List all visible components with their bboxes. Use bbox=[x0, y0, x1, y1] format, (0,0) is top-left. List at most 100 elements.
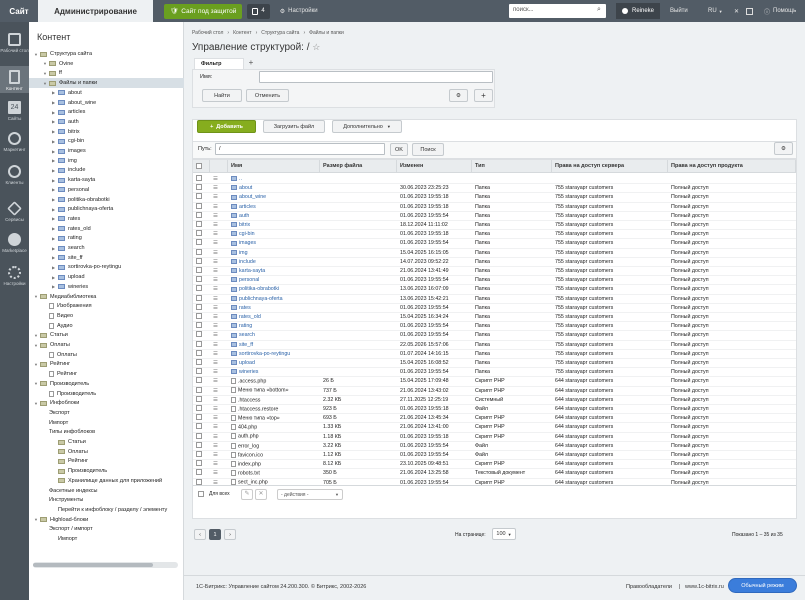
checkbox-box[interactable] bbox=[196, 276, 202, 283]
row-checkbox[interactable] bbox=[193, 405, 210, 413]
right-holders-link[interactable]: Правообладатели bbox=[626, 584, 672, 590]
checkbox-box[interactable] bbox=[196, 386, 202, 393]
filter-settings-button[interactable]: ⚙ bbox=[449, 89, 468, 102]
checkbox-box[interactable] bbox=[196, 441, 202, 448]
tree-scrollbar[interactable] bbox=[33, 562, 178, 568]
row-menu-icon[interactable]: ☰ bbox=[210, 397, 228, 403]
pin-icon[interactable] bbox=[746, 0, 753, 22]
tree-item[interactable]: Рейтинг bbox=[29, 456, 184, 466]
row-menu-icon[interactable]: ☰ bbox=[210, 434, 228, 440]
table-row[interactable]: ☰.. bbox=[193, 175, 796, 185]
table-row[interactable]: ☰ search 01.06.2023 19:55:54 Папка 755 stara… bbox=[193, 331, 796, 341]
help-link[interactable]: ⓘ Помощь bbox=[764, 0, 796, 22]
checkbox-box[interactable] bbox=[196, 193, 202, 200]
row-checkbox[interactable] bbox=[193, 377, 210, 385]
file-name[interactable]: bitrix bbox=[228, 222, 320, 228]
file-name[interactable]: cgi-bin bbox=[228, 231, 320, 237]
checkbox-box[interactable] bbox=[196, 478, 202, 485]
close-panel-icon[interactable]: ✕ bbox=[734, 0, 739, 22]
row-checkbox[interactable] bbox=[193, 386, 210, 395]
add-filter-tab-button[interactable]: + bbox=[246, 58, 256, 69]
tree-item[interactable]: ▶ img bbox=[29, 156, 184, 166]
table-row[interactable]: ☰ politika-obrabotki 13.06.2023 16:07:09 Па… bbox=[193, 285, 796, 295]
tree-item[interactable]: ▼ Медиабиблиотека bbox=[29, 292, 184, 302]
tree-item[interactable]: ▼ Рейтинг bbox=[29, 359, 184, 369]
file-name[interactable]: search bbox=[228, 332, 320, 338]
table-row[interactable]: ☰ personal 01.06.2023 19:55:54 Папка 755 sta… bbox=[193, 276, 796, 286]
tree-item[interactable]: ▶ bitrix bbox=[29, 127, 184, 137]
row-checkbox[interactable] bbox=[193, 349, 210, 358]
row-menu-icon[interactable]: ☰ bbox=[210, 323, 228, 329]
table-row[interactable]: ☰ karta-sayta 21.06.2024 13:41:49 Папка 755 … bbox=[193, 267, 796, 277]
row-menu-icon[interactable]: ☰ bbox=[210, 424, 228, 430]
checkbox-box[interactable] bbox=[196, 285, 202, 292]
tree-item[interactable]: Статьи bbox=[29, 437, 184, 447]
row-checkbox[interactable] bbox=[193, 248, 210, 257]
filter-tab[interactable]: Фильтр bbox=[194, 58, 244, 69]
header-date[interactable]: Изменен bbox=[397, 160, 472, 172]
row-checkbox[interactable] bbox=[193, 432, 210, 441]
protection-button[interactable]: 🛡 Сайт под защитой bbox=[164, 3, 243, 19]
file-name[interactable]: index.php bbox=[228, 461, 320, 467]
checkbox-box[interactable] bbox=[196, 405, 202, 412]
tree-item[interactable]: ▶ search bbox=[29, 243, 184, 253]
tree-item[interactable]: ▶ publichnaya-oferta bbox=[29, 204, 184, 214]
row-checkbox[interactable] bbox=[193, 414, 210, 422]
checkbox-box[interactable] bbox=[196, 460, 202, 467]
tree-item[interactable]: Производитель bbox=[29, 466, 184, 476]
table-row[interactable]: ☰ Меню типа «bottom» 737 Б 21.06.2024 13:43… bbox=[193, 386, 796, 396]
next-page-button[interactable]: › bbox=[224, 529, 236, 540]
tree-item[interactable]: Перейти к инфоблоку / разделу / элементу bbox=[29, 505, 184, 515]
row-checkbox[interactable] bbox=[193, 423, 210, 431]
table-row[interactable]: ☰ img 15.04.2025 16:15:05 Папка 755 starayap… bbox=[193, 248, 796, 258]
row-menu-icon[interactable]: ☰ bbox=[210, 185, 228, 191]
row-menu-icon[interactable]: ☰ bbox=[210, 360, 228, 366]
tree-item[interactable]: ▶ politika-obrabotki bbox=[29, 195, 184, 205]
checkbox-box[interactable] bbox=[196, 202, 202, 209]
checkbox-box[interactable] bbox=[196, 267, 202, 274]
table-row[interactable]: ☰ about 30.06.2023 23:25:23 Папка 755 staray… bbox=[193, 184, 796, 194]
row-menu-icon[interactable]: ☰ bbox=[210, 388, 228, 394]
checkbox-box[interactable] bbox=[196, 221, 202, 228]
cancel-button[interactable]: Отменить bbox=[246, 89, 289, 102]
find-button[interactable]: Найти bbox=[202, 89, 242, 102]
header-server-rights[interactable]: Права на доступ сервера bbox=[552, 160, 668, 172]
row-menu-icon[interactable]: ☰ bbox=[210, 259, 228, 265]
header-product-rights[interactable]: Права на доступ продукта bbox=[668, 160, 796, 172]
row-menu-icon[interactable]: ☰ bbox=[210, 213, 228, 219]
tree-item[interactable]: Импорт bbox=[29, 418, 184, 428]
row-checkbox[interactable] bbox=[193, 303, 210, 312]
table-row[interactable]: ☰ include 14.07.2023 09:52:22 Папка 755 star… bbox=[193, 257, 796, 267]
checkbox-box[interactable] bbox=[196, 322, 202, 329]
row-menu-icon[interactable]: ☰ bbox=[210, 378, 228, 384]
file-name[interactable]: include bbox=[228, 259, 320, 265]
file-name[interactable]: images bbox=[228, 240, 320, 246]
tree-item[interactable]: Производитель bbox=[29, 389, 184, 399]
tree-item[interactable]: ▼ Производитель bbox=[29, 379, 184, 389]
row-checkbox[interactable] bbox=[193, 285, 210, 293]
menu-services[interactable]: Сервисы bbox=[0, 201, 29, 230]
breadcrumb-item[interactable]: Контент bbox=[233, 30, 252, 36]
row-checkbox[interactable] bbox=[193, 359, 210, 367]
file-name[interactable]: img bbox=[228, 250, 320, 256]
row-menu-icon[interactable]: ☰ bbox=[210, 314, 228, 320]
checkbox-box[interactable] bbox=[196, 377, 202, 384]
tree-item[interactable]: ▶ cgi-bin bbox=[29, 136, 184, 146]
breadcrumb-item[interactable]: Файлы и папки bbox=[309, 30, 344, 36]
tree-item[interactable]: ▶ rating bbox=[29, 233, 184, 243]
prev-page-button[interactable]: ‹ bbox=[194, 529, 206, 540]
file-name[interactable]: .htaccess bbox=[228, 396, 320, 403]
row-checkbox[interactable] bbox=[193, 221, 210, 229]
row-checkbox[interactable] bbox=[193, 331, 210, 339]
site-tab[interactable]: Сайт bbox=[0, 0, 38, 22]
tree-item[interactable]: Оплаты bbox=[29, 447, 184, 457]
tree-item[interactable]: Изображения bbox=[29, 301, 184, 311]
row-menu-icon[interactable]: ☰ bbox=[210, 470, 228, 476]
file-name[interactable]: robots.txt bbox=[228, 470, 320, 477]
checkbox-box[interactable] bbox=[196, 414, 202, 421]
table-row[interactable]: ☰ rates_old 15.04.2025 16:34:24 Папка 755 st… bbox=[193, 313, 796, 323]
path-ok-button[interactable]: OK bbox=[390, 143, 408, 156]
for-all-checkbox[interactable] bbox=[198, 491, 204, 497]
select-all-checkbox[interactable] bbox=[193, 160, 210, 172]
tree-item[interactable]: ▶ personal bbox=[29, 185, 184, 195]
